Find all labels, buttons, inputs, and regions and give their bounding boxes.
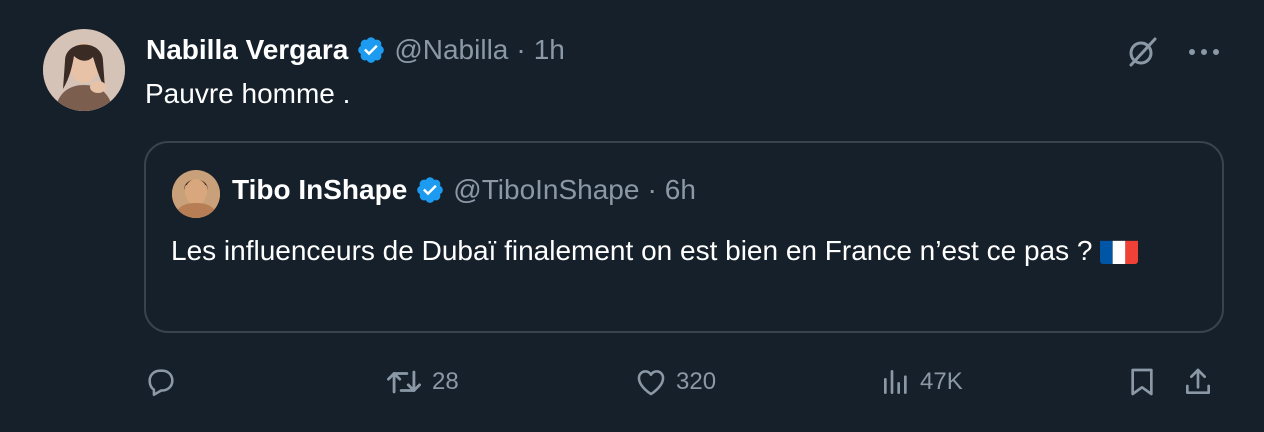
views-button[interactable]: 47K	[880, 362, 963, 402]
like-button[interactable]: 320	[634, 362, 716, 402]
french-flag-emoji	[1100, 237, 1139, 264]
retweet-button[interactable]: 28	[384, 362, 459, 402]
retweet-count: 28	[432, 368, 459, 395]
separator-dot: ·	[516, 34, 526, 65]
more-icon[interactable]	[1184, 32, 1224, 72]
share-icon	[1182, 365, 1214, 399]
share-button[interactable]	[1182, 362, 1214, 402]
tweet-timestamp[interactable]: 1h	[534, 34, 565, 66]
like-count: 320	[676, 368, 717, 395]
grok-icon[interactable]	[1122, 32, 1162, 72]
view-count: 47K	[920, 368, 963, 395]
tweet-card[interactable]: Nabilla Vergara @Nabilla · 1h Pauvre hom	[0, 0, 1264, 432]
quoted-tweet[interactable]: Tibo InShape @TiboInShape · 6h Les influ…	[144, 141, 1224, 333]
retweet-icon	[384, 365, 424, 399]
tweet-top-actions	[1122, 32, 1224, 72]
verified-badge-icon	[415, 175, 445, 205]
tweet-text: Pauvre homme .	[145, 78, 351, 109]
bookmark-button[interactable]	[1126, 362, 1158, 402]
bookmark-icon	[1126, 365, 1158, 399]
heart-icon	[634, 365, 668, 399]
reply-icon	[144, 365, 178, 399]
quoted-author-avatar[interactable]	[172, 170, 220, 218]
author-avatar[interactable]	[43, 29, 125, 111]
reply-button[interactable]	[144, 362, 186, 402]
separator-dot: ·	[647, 174, 657, 205]
verified-badge-icon	[356, 35, 386, 65]
quoted-tweet-text-block: Les influenceurs de Dubaï finalement on …	[171, 230, 1211, 272]
quoted-tweet-text: Les influenceurs de Dubaï finalement on …	[171, 235, 1093, 266]
author-name[interactable]: Nabilla Vergara	[146, 34, 348, 66]
quoted-author-header: Tibo InShape @TiboInShape · 6h	[232, 174, 696, 206]
quoted-tweet-timestamp[interactable]: 6h	[665, 174, 696, 206]
quoted-author-name[interactable]: Tibo InShape	[232, 174, 407, 206]
author-header: Nabilla Vergara @Nabilla · 1h	[146, 30, 565, 70]
quoted-author-handle[interactable]: @TiboInShape	[453, 174, 639, 206]
views-icon	[880, 366, 912, 398]
tweet-action-bar: 28 320 47K	[144, 362, 1224, 402]
author-handle[interactable]: @Nabilla	[394, 34, 508, 66]
